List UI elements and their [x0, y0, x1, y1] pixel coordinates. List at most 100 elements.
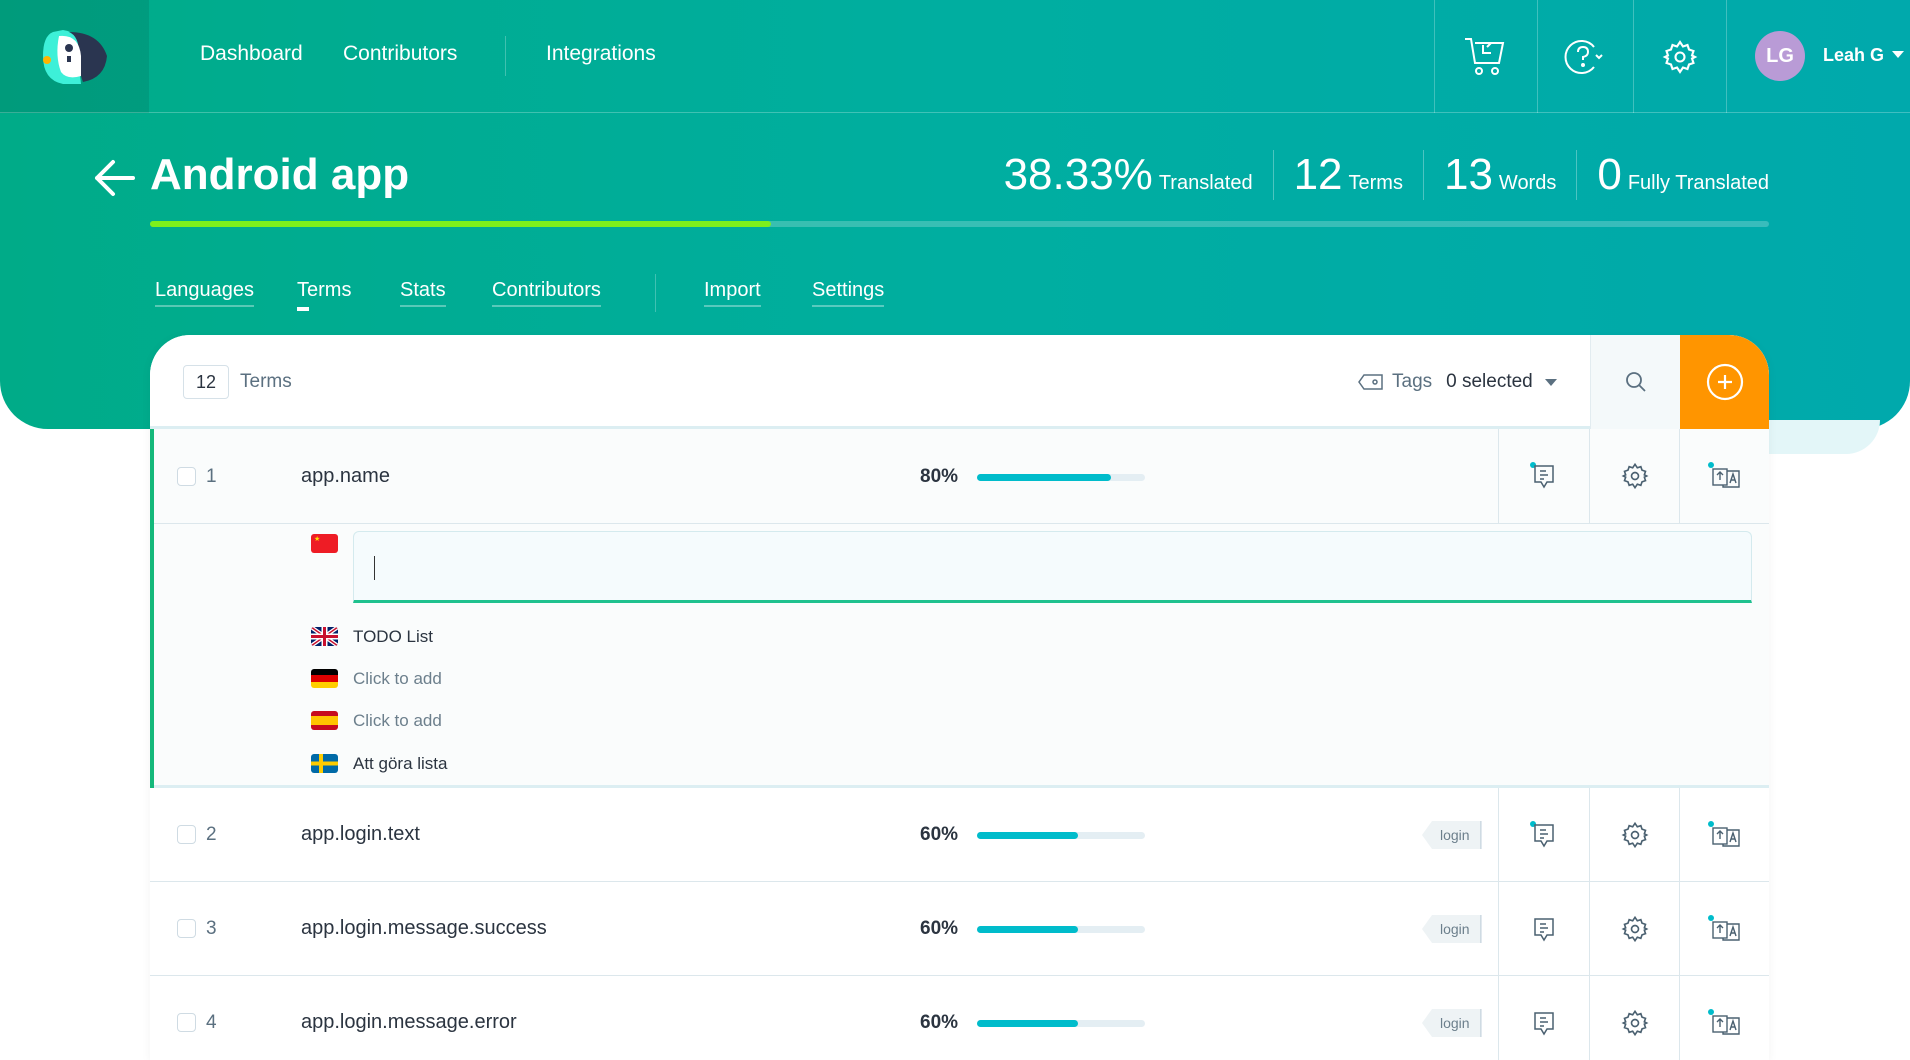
- tag-badge[interactable]: login: [1422, 821, 1482, 849]
- term-percent: 80%: [920, 465, 959, 487]
- gear-icon: [1621, 915, 1648, 942]
- tab-import[interactable]: Import: [704, 279, 761, 307]
- translate-icon: [1707, 914, 1740, 941]
- translated-value: 38.33%: [1003, 150, 1153, 199]
- user-name[interactable]: Leah G: [1823, 45, 1884, 66]
- tag-icon: [1358, 374, 1383, 390]
- gear-icon: [1662, 39, 1697, 74]
- comment-icon: [1529, 462, 1554, 489]
- tab-settings[interactable]: Settings: [812, 279, 885, 307]
- nav-integrations[interactable]: Integrations: [546, 42, 656, 66]
- fully-label: Fully Translated: [1627, 172, 1769, 194]
- flag-gb-icon: [311, 627, 338, 646]
- project-progress-bar: [150, 221, 1769, 227]
- term-row[interactable]: 3 app.login.message.success 60% login: [150, 882, 1769, 976]
- row-checkbox[interactable]: [177, 825, 196, 844]
- term-progress-fill: [977, 1020, 1078, 1027]
- translate-icon: [1707, 462, 1740, 488]
- tag-badge[interactable]: login: [1422, 1009, 1482, 1037]
- gear-icon: [1621, 462, 1648, 490]
- term-progress-bar: [977, 926, 1145, 933]
- translate-button[interactable]: [1679, 882, 1769, 975]
- chevron-down-icon: [1544, 378, 1557, 386]
- project-stats: 38.33% Translated 12 Terms 13 Words 0 Fully …: [984, 150, 1769, 200]
- term-settings-button[interactable]: [1589, 429, 1679, 523]
- help-icon: [1564, 39, 1603, 74]
- translated-label: Translated: [1158, 172, 1253, 194]
- term-key[interactable]: app.login.message.error: [301, 1011, 517, 1034]
- translation-se[interactable]: Att göra lista: [353, 754, 448, 774]
- term-row[interactable]: 4 app.login.message.error 60% login: [150, 976, 1769, 1060]
- translate-icon: [1707, 820, 1740, 847]
- text-cursor: [374, 556, 375, 580]
- avatar[interactable]: LG: [1755, 31, 1805, 81]
- back-arrow-icon[interactable]: [93, 158, 135, 198]
- add-term-button[interactable]: [1680, 335, 1769, 429]
- tags-filter[interactable]: Tags 0 selected: [1358, 371, 1557, 393]
- logo[interactable]: [0, 0, 149, 113]
- translate-button[interactable]: [1679, 976, 1769, 1060]
- flag-de-icon: [311, 669, 338, 688]
- page-title: Android app: [150, 150, 410, 199]
- translate-button[interactable]: [1679, 788, 1769, 881]
- row-checkbox[interactable]: [177, 466, 196, 486]
- row-checkbox[interactable]: [177, 1013, 196, 1032]
- term-percent: 60%: [920, 918, 959, 939]
- fully-value: 0: [1597, 150, 1622, 199]
- translation-input[interactable]: [353, 531, 1752, 603]
- gear-icon: [1621, 1009, 1648, 1036]
- words-label: Words: [1498, 172, 1557, 194]
- translation-es[interactable]: Click to add: [353, 711, 442, 731]
- term-row[interactable]: 2 app.login.text 60% login: [150, 788, 1769, 882]
- cart-icon: [1464, 37, 1504, 75]
- term-progress-fill: [977, 473, 1112, 481]
- tab-contributors[interactable]: Contributors: [492, 279, 601, 307]
- tab-terms[interactable]: Terms: [297, 279, 351, 311]
- term-row[interactable]: 1 app.name 80%: [150, 429, 1769, 524]
- cart-button[interactable]: [1434, 0, 1537, 113]
- comments-button[interactable]: [1498, 976, 1588, 1060]
- comments-button[interactable]: [1498, 429, 1588, 523]
- gear-icon: [1621, 821, 1648, 848]
- help-button[interactable]: [1537, 0, 1633, 113]
- comment-icon: [1533, 917, 1554, 941]
- divider: [1726, 0, 1727, 113]
- search-button[interactable]: [1590, 335, 1680, 429]
- terms-panel: 12 Terms Tags 0 selected 1 app.name 80% …: [150, 335, 1769, 1060]
- top-bar: Dashboard Contributors Integrations LG L…: [0, 0, 1910, 113]
- term-settings-button[interactable]: [1589, 976, 1679, 1060]
- term-settings-button[interactable]: [1589, 788, 1679, 881]
- term-percent: 60%: [920, 824, 959, 845]
- translate-button[interactable]: [1679, 429, 1769, 523]
- search-icon: [1625, 372, 1646, 392]
- term-settings-button[interactable]: [1589, 882, 1679, 975]
- flag-se-icon: [311, 754, 338, 773]
- translation-de[interactable]: Click to add: [353, 669, 442, 689]
- comments-button[interactable]: [1498, 882, 1588, 975]
- term-key[interactable]: app.login.text: [301, 823, 420, 846]
- terms-count-label: Terms: [240, 371, 292, 392]
- progress-fill: [150, 221, 771, 227]
- tab-stats[interactable]: Stats: [400, 279, 446, 307]
- settings-button[interactable]: [1633, 0, 1726, 113]
- translation-gb[interactable]: TODO List: [353, 627, 433, 647]
- translate-icon: [1707, 1008, 1740, 1035]
- term-key[interactable]: app.name: [301, 465, 390, 488]
- flag-es-icon: [311, 711, 338, 730]
- tags-selected: 0 selected: [1446, 371, 1533, 392]
- terms-toolbar: 12 Terms Tags 0 selected: [150, 335, 1769, 429]
- chevron-down-icon[interactable]: [1892, 51, 1904, 58]
- comments-button[interactable]: [1498, 788, 1588, 881]
- tags-label: Tags: [1392, 371, 1433, 392]
- term-progress-fill: [977, 926, 1078, 933]
- nav-dashboard[interactable]: Dashboard: [200, 42, 303, 66]
- tab-languages[interactable]: Languages: [155, 279, 254, 307]
- term-progress-fill: [977, 832, 1078, 839]
- row-checkbox[interactable]: [177, 919, 196, 938]
- tag-badge[interactable]: login: [1422, 915, 1482, 943]
- term-progress-bar: [977, 473, 1145, 481]
- comment-icon: [1529, 820, 1554, 847]
- tab-divider: [655, 274, 656, 312]
- nav-contributors[interactable]: Contributors: [343, 42, 457, 66]
- term-key[interactable]: app.login.message.success: [301, 917, 547, 940]
